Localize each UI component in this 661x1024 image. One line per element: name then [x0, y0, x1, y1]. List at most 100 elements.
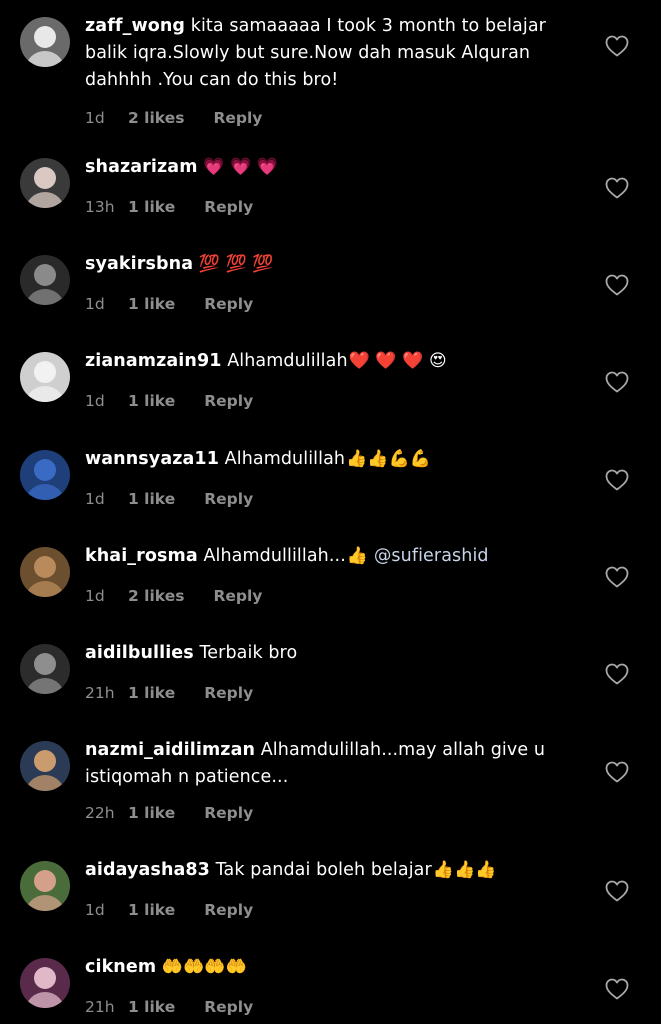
heart-outline-icon[interactable]: [605, 274, 629, 296]
heart-outline-icon[interactable]: [605, 761, 629, 783]
likes-count[interactable]: 1 like: [128, 295, 175, 313]
timestamp: 1d: [85, 392, 105, 410]
reply-button[interactable]: Reply: [213, 109, 262, 127]
timestamp: 1d: [85, 901, 105, 919]
avatar-body: [25, 581, 65, 597]
comment-meta: 1d 2 likes Reply: [85, 109, 262, 127]
username-link[interactable]: nazmi_aidilimzan: [85, 740, 255, 760]
timestamp: 1d: [85, 295, 105, 313]
reply-button[interactable]: Reply: [204, 684, 253, 702]
timestamp: 21h: [85, 998, 115, 1016]
reply-button[interactable]: Reply: [204, 490, 253, 508]
username-link[interactable]: ciknem: [85, 957, 156, 977]
username-link[interactable]: zianamzain91: [85, 351, 222, 371]
avatar[interactable]: [20, 741, 70, 791]
avatar[interactable]: [20, 547, 70, 597]
timestamp: 21h: [85, 684, 115, 702]
avatar-head: [34, 26, 56, 48]
avatar[interactable]: [20, 255, 70, 305]
reply-button[interactable]: Reply: [204, 901, 253, 919]
reply-button[interactable]: Reply: [204, 804, 253, 822]
comment-meta: 1d 2 likes Reply: [85, 587, 262, 605]
avatar[interactable]: [20, 17, 70, 67]
avatar-body: [25, 775, 65, 791]
avatar-head: [34, 167, 56, 189]
username-link[interactable]: syakirsbna: [85, 254, 193, 274]
mention-link[interactable]: @sufierashid: [374, 546, 489, 566]
comment-meta: 21h 1 like Reply: [85, 684, 253, 702]
username-link[interactable]: zaff_wong: [85, 16, 185, 36]
comment-text: shazarizam 💗 💗 💗: [85, 154, 560, 181]
avatar-body: [25, 678, 65, 694]
likes-count[interactable]: 2 likes: [128, 587, 184, 605]
avatar[interactable]: [20, 644, 70, 694]
comment-body: Alhamdulillah: [227, 351, 348, 371]
avatar[interactable]: [20, 450, 70, 500]
timestamp: 13h: [85, 198, 115, 216]
avatar-head: [34, 459, 56, 481]
username-link[interactable]: aidayasha83: [85, 860, 210, 880]
heart-outline-icon[interactable]: [605, 35, 629, 57]
comment-meta: 22h 1 like Reply: [85, 804, 253, 822]
heart-outline-icon[interactable]: [605, 663, 629, 685]
comment-meta: 1d 1 like Reply: [85, 901, 253, 919]
likes-count[interactable]: 1 like: [128, 804, 175, 822]
likes-count[interactable]: 1 like: [128, 198, 175, 216]
reply-button[interactable]: Reply: [204, 198, 253, 216]
comment-meta: 1d 1 like Reply: [85, 392, 253, 410]
avatar-head: [34, 750, 56, 772]
avatar-body: [25, 895, 65, 911]
likes-count[interactable]: 2 likes: [128, 109, 184, 127]
avatar[interactable]: [20, 158, 70, 208]
comment-text: nazmi_aidilimzan Alhamdulillah...may all…: [85, 737, 560, 791]
comment-emojis: 👍: [346, 546, 369, 566]
comment-meta: 21h 1 like Reply: [85, 998, 253, 1016]
avatar[interactable]: [20, 861, 70, 911]
avatar-head: [34, 967, 56, 989]
comment-text: syakirsbna 💯 💯 💯: [85, 251, 560, 278]
reply-button[interactable]: Reply: [213, 587, 262, 605]
comment-body: kita samaaaaa I took 3 month to belajar: [190, 16, 546, 36]
heart-outline-icon[interactable]: [605, 469, 629, 491]
comment-text: aidayasha83 Tak pandai boleh belajar👍👍👍: [85, 857, 560, 884]
heart-outline-icon[interactable]: [605, 880, 629, 902]
avatar-head: [34, 556, 56, 578]
timestamp: 1d: [85, 490, 105, 508]
comment-meta: 1d 1 like Reply: [85, 490, 253, 508]
reply-button[interactable]: Reply: [204, 998, 253, 1016]
username-link[interactable]: wannsyaza11: [85, 449, 219, 469]
reply-button[interactable]: Reply: [204, 392, 253, 410]
comment-text: aidilbullies Terbaik bro: [85, 640, 560, 667]
heart-outline-icon[interactable]: [605, 978, 629, 1000]
avatar-body: [25, 289, 65, 305]
comments-list: zaff_wong kita samaaaaa I took 3 month t…: [0, 0, 661, 1024]
comment-text: zianamzain91 Alhamdulillah❤️ ❤️ ❤️ 😍: [85, 348, 560, 375]
timestamp: 1d: [85, 109, 105, 127]
likes-count[interactable]: 1 like: [128, 901, 175, 919]
username-link[interactable]: khai_rosma: [85, 546, 198, 566]
comment-emojis: 👍👍👍: [432, 860, 497, 880]
likes-count[interactable]: 1 like: [128, 684, 175, 702]
heart-outline-icon[interactable]: [605, 566, 629, 588]
avatar-body: [25, 386, 65, 402]
likes-count[interactable]: 1 like: [128, 998, 175, 1016]
avatar-head: [34, 870, 56, 892]
username-link[interactable]: aidilbullies: [85, 643, 194, 663]
reply-button[interactable]: Reply: [204, 295, 253, 313]
timestamp: 22h: [85, 804, 115, 822]
comment-text: khai_rosma Alhamdullillah...👍 @sufierash…: [85, 543, 560, 570]
avatar-body: [25, 484, 65, 500]
username-link[interactable]: shazarizam: [85, 157, 198, 177]
avatar[interactable]: [20, 352, 70, 402]
likes-count[interactable]: 1 like: [128, 490, 175, 508]
avatar[interactable]: [20, 958, 70, 1008]
comment-emojis: 💗 💗 💗: [203, 157, 279, 177]
likes-count[interactable]: 1 like: [128, 392, 175, 410]
heart-outline-icon[interactable]: [605, 177, 629, 199]
heart-outline-icon[interactable]: [605, 371, 629, 393]
comment-body: Alhamdullillah...: [203, 546, 346, 566]
comment-body: Tak pandai boleh belajar: [215, 860, 432, 880]
timestamp: 1d: [85, 587, 105, 605]
avatar-head: [34, 653, 56, 675]
avatar-body: [25, 51, 65, 67]
